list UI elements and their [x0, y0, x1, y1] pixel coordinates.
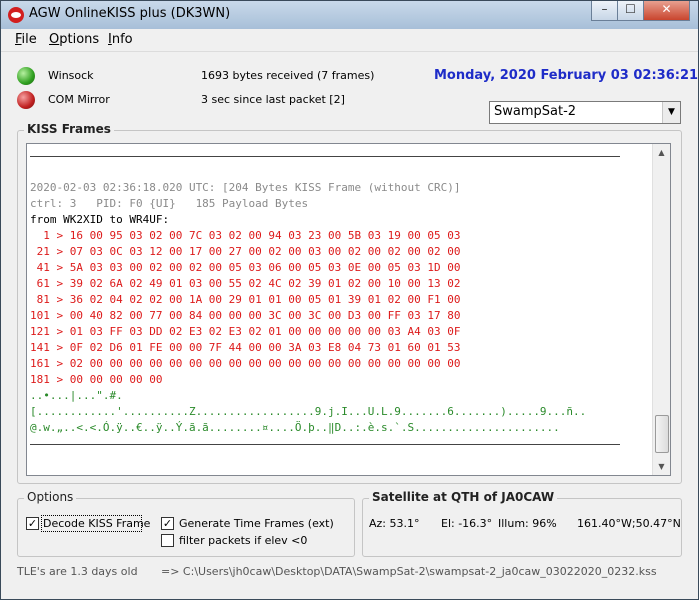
window-title: AGW OnlineKISS plus (DK3WN) — [29, 6, 231, 21]
scroll-down-icon[interactable]: ▼ — [653, 458, 670, 475]
menu-bar: File Options Info — [1, 29, 698, 52]
com-mirror-label: COM Mirror — [48, 93, 110, 106]
menu-file-label: ile — [21, 32, 37, 47]
scrollbar-thumb[interactable] — [655, 415, 669, 453]
current-datetime: Monday, 2020 February 03 02:36:21 — [434, 68, 699, 83]
com-mirror-status-led-icon — [17, 91, 35, 109]
separator-line — [30, 148, 650, 164]
kiss-frames-content: 2020-02-03 02:36:18.020 UTC: [204 Bytes … — [30, 148, 650, 452]
decode-kiss-checkbox[interactable]: ✓ — [26, 517, 39, 530]
vertical-scrollbar[interactable]: ▲ ▼ — [652, 144, 670, 475]
elevation-value: El: -16.3° — [441, 517, 493, 530]
filter-packets-checkbox[interactable] — [161, 534, 174, 547]
bytes-received-text: 1693 bytes received (7 frames) — [201, 69, 375, 82]
menu-options[interactable]: Options — [49, 32, 99, 47]
kiss-frames-title: KISS Frames — [24, 122, 114, 136]
menu-info-label: nfo — [111, 32, 133, 47]
satellite-select[interactable]: SwampSat-2 ▼ — [489, 101, 681, 124]
hex-line: 101 > 00 40 82 00 77 00 84 00 00 00 3C 0… — [30, 309, 461, 322]
winsock-label: Winsock — [48, 69, 94, 82]
minimize-button[interactable]: – — [591, 1, 618, 21]
ascii-line: ..•...|...".#. — [30, 389, 123, 402]
winsock-status-led-icon — [17, 67, 35, 85]
menu-info[interactable]: Info — [108, 32, 133, 47]
generate-time-frames-checkbox[interactable]: ✓ — [161, 517, 174, 530]
hex-line: 1 > 16 00 95 03 02 00 7C 03 02 00 94 03 … — [30, 229, 461, 242]
hex-line: 121 > 01 03 FF 03 DD 02 E3 02 E3 02 01 0… — [30, 325, 461, 338]
chevron-down-icon[interactable]: ▼ — [662, 102, 680, 123]
frame-ctrl-line: ctrl: 3 PID: F0 {UI} 185 Payload Bytes — [30, 197, 309, 210]
hex-line: 61 > 39 02 6A 02 49 01 03 00 55 02 4C 02… — [30, 277, 461, 290]
title-bar: AGW OnlineKISS plus (DK3WN) – ☐ ✕ — [1, 1, 698, 29]
app-window: AGW OnlineKISS plus (DK3WN) – ☐ ✕ File O… — [0, 0, 699, 600]
coordinates-value: 161.40°W;50.47°N — [577, 517, 681, 530]
menu-file[interactable]: File — [15, 32, 37, 47]
frame-header-line: 2020-02-03 02:36:18.020 UTC: [204 Bytes … — [30, 181, 461, 194]
satellite-select-value: SwampSat-2 — [494, 104, 577, 119]
satellite-info-title: Satellite at QTH of JA0CAW — [369, 490, 558, 504]
decode-kiss-label[interactable]: Decode KISS Frame — [43, 517, 150, 530]
menu-options-label: ptions — [59, 32, 100, 47]
ascii-line: [............'..........Z...............… — [30, 405, 587, 418]
scroll-up-icon[interactable]: ▲ — [653, 144, 670, 161]
hex-line: 161 > 02 00 00 00 00 00 00 00 00 00 00 0… — [30, 357, 461, 370]
azimuth-value: Az: 53.1° — [369, 517, 420, 530]
maximize-button[interactable]: ☐ — [617, 1, 644, 21]
app-logo-icon — [8, 7, 24, 23]
generate-time-frames-label[interactable]: Generate Time Frames (ext) — [179, 517, 334, 530]
hex-line: 21 > 07 03 0C 03 12 00 17 00 27 00 02 00… — [30, 245, 461, 258]
illumination-value: Illum: 96% — [498, 517, 557, 530]
log-file-path: => C:\Users\jh0caw\Desktop\DATA\SwampSat… — [161, 565, 657, 578]
since-last-packet-text: 3 sec since last packet [2] — [201, 93, 345, 106]
frame-from-line: from WK2XID to WR4UF: — [30, 213, 170, 226]
ascii-line: @.w.„..<.<.Ó.ÿ..€..ÿ..Ý.ã.ã........¤....… — [30, 421, 560, 434]
close-button[interactable]: ✕ — [643, 1, 690, 21]
hex-line: 181 > 00 00 00 00 00 — [30, 373, 163, 386]
options-title: Options — [24, 490, 77, 504]
hex-line: 41 > 5A 03 03 00 02 00 02 00 05 03 06 00… — [30, 261, 461, 274]
tle-age-text: TLE's are 1.3 days old — [17, 565, 138, 578]
hex-line: 81 > 36 02 04 02 02 00 1A 00 29 01 01 00… — [30, 293, 461, 306]
kiss-frames-log[interactable]: 2020-02-03 02:36:18.020 UTC: [204 Bytes … — [26, 143, 671, 476]
separator-line — [30, 436, 650, 452]
filter-packets-label[interactable]: filter packets if elev <0 — [179, 534, 307, 547]
menu-options-mnemonic: O — [49, 32, 60, 47]
hex-line: 141 > 0F 02 D6 01 FE 00 00 7F 44 00 00 3… — [30, 341, 461, 354]
